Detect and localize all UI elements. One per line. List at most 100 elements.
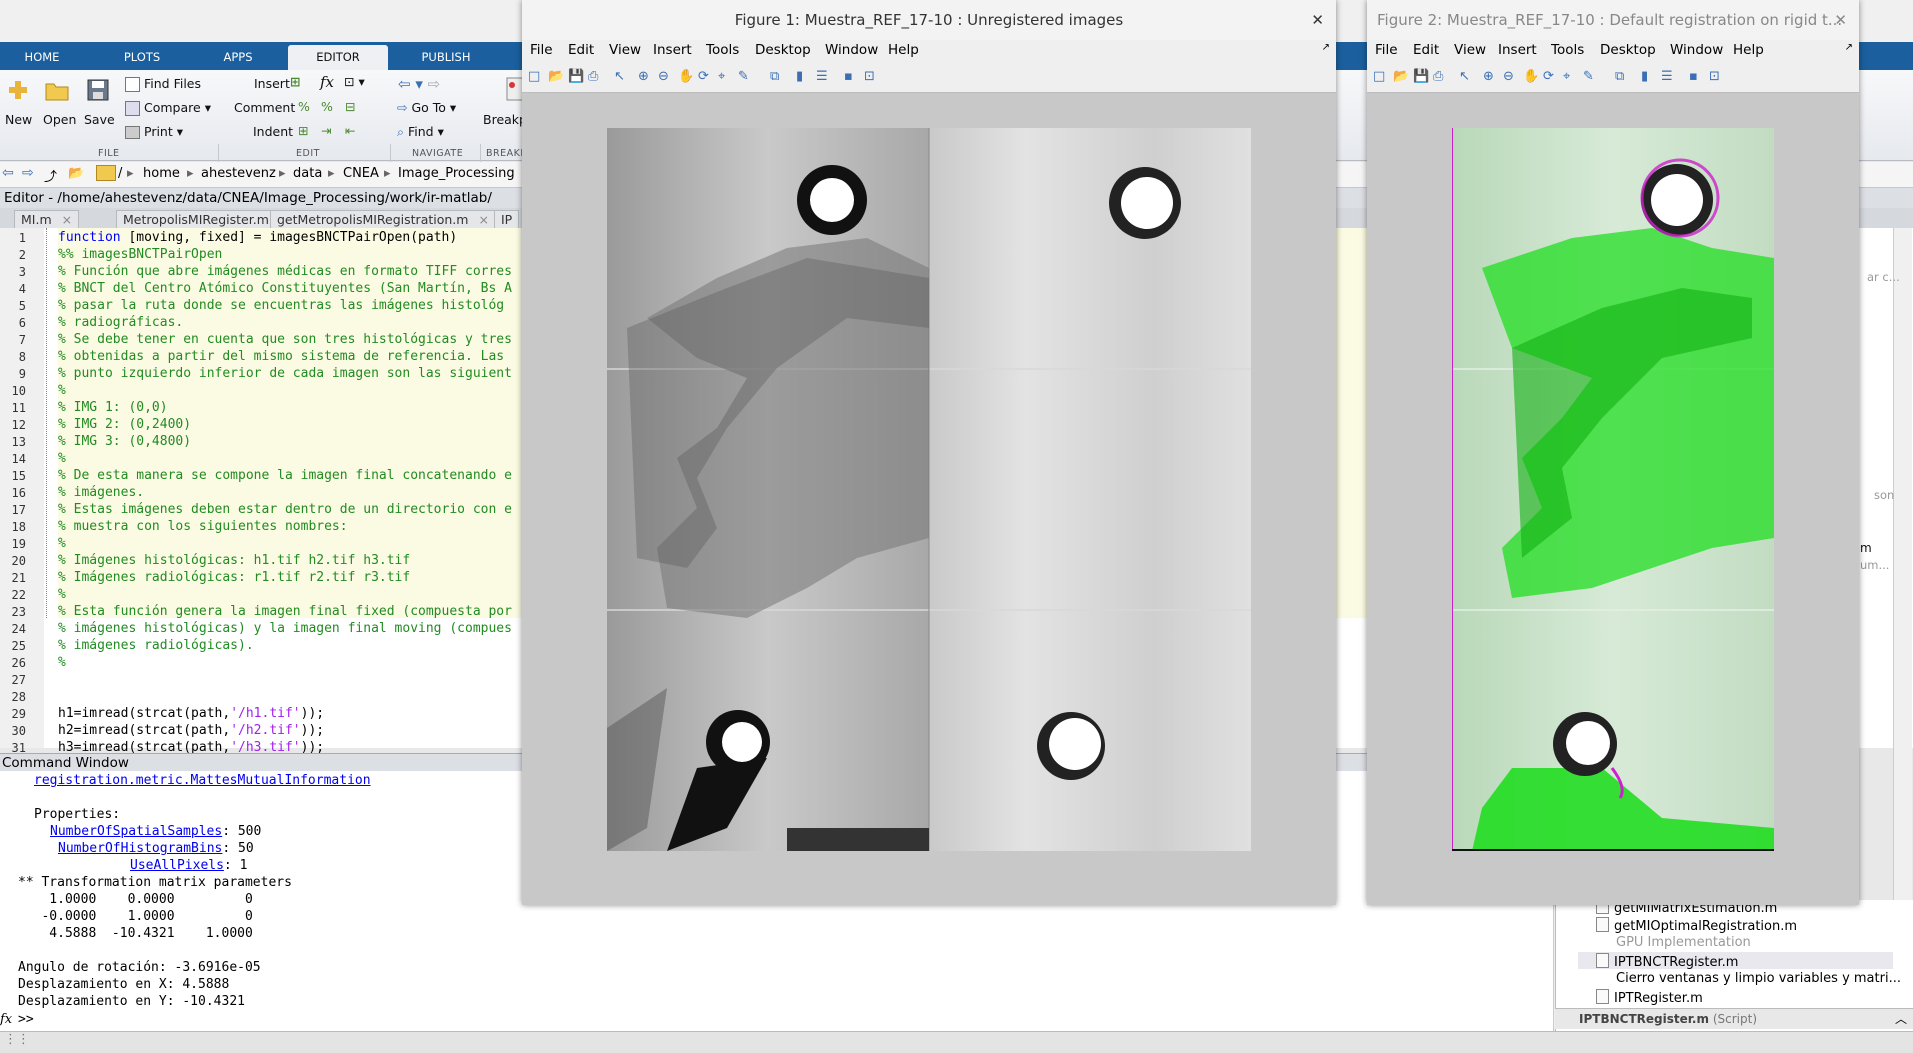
- breadcrumb-user[interactable]: ahestevenz: [201, 166, 276, 181]
- colorbar-icon[interactable]: ▮: [796, 69, 811, 84]
- print-button[interactable]: Print ▾: [125, 124, 183, 139]
- insert-function-icon[interactable]: ⊡ ▾: [344, 74, 365, 89]
- print-icon[interactable]: ⎙: [588, 69, 603, 84]
- close-icon[interactable]: ×: [478, 212, 488, 227]
- new-figure-icon[interactable]: □: [1373, 69, 1388, 84]
- hide-plot-tools-icon[interactable]: ▪: [844, 69, 859, 84]
- figure1-titlebar[interactable]: Figure 1: Muestra_REF_17-10 : Unregister…: [522, 0, 1336, 40]
- menu-file[interactable]: File: [530, 42, 553, 58]
- code-line[interactable]: % muestra con los siguientes nombres:: [58, 519, 348, 534]
- code-line[interactable]: % radiográficas.: [58, 315, 183, 330]
- tab-plots[interactable]: PLOTS: [96, 45, 188, 70]
- breadcrumb-cnea[interactable]: CNEA: [343, 166, 379, 181]
- pan-icon[interactable]: ✋: [678, 69, 694, 84]
- new-label[interactable]: New: [5, 112, 32, 127]
- figure1-window[interactable]: Figure 1: Muestra_REF_17-10 : Unregister…: [522, 0, 1336, 905]
- save-label[interactable]: Save: [84, 112, 115, 127]
- open-button[interactable]: [44, 78, 70, 105]
- tab-publish[interactable]: PUBLISH: [396, 45, 496, 70]
- code-line[interactable]: %: [58, 451, 66, 466]
- code-line[interactable]: % Imágenes histológicas: h1.tif h2.tif h…: [58, 553, 410, 568]
- editor-tab-mi[interactable]: MI.m ×: [14, 210, 80, 229]
- menu-file[interactable]: File: [1375, 42, 1398, 58]
- menu-help[interactable]: Help: [1733, 42, 1764, 58]
- save-button[interactable]: [85, 78, 111, 105]
- command-prompt[interactable]: >>: [18, 1012, 34, 1027]
- editor-tab-ip[interactable]: IP: [494, 210, 520, 229]
- save-figure-icon[interactable]: 💾: [568, 69, 584, 84]
- close-icon[interactable]: ×: [62, 212, 72, 227]
- menu-help[interactable]: Help: [888, 42, 919, 58]
- insert-section-icon[interactable]: ⊞: [290, 74, 300, 89]
- list-item[interactable]: IPTRegister.m: [1596, 989, 1703, 1006]
- menu-window[interactable]: Window: [825, 42, 878, 58]
- new-button[interactable]: [5, 78, 31, 105]
- menu-view[interactable]: View: [1454, 42, 1486, 58]
- close-icon[interactable]: ✕: [1834, 0, 1847, 40]
- menu-tools[interactable]: Tools: [1551, 42, 1584, 58]
- code-line[interactable]: % BNCT del Centro Atómico Constituyentes…: [58, 281, 512, 296]
- code-line[interactable]: % Estas imágenes deben estar dentro de u…: [58, 502, 512, 517]
- breadcrumb-image-processing[interactable]: Image_Processing: [398, 166, 515, 181]
- zoom-out-icon[interactable]: ⊖: [658, 69, 673, 84]
- code-line[interactable]: % Función que abre imágenes médicas en f…: [58, 264, 512, 279]
- tab-home[interactable]: HOME: [0, 45, 84, 70]
- go-to-button[interactable]: ⇨ Go To ▾: [397, 100, 456, 115]
- comment-icon[interactable]: %: [298, 99, 310, 114]
- indent-label[interactable]: Indent: [253, 124, 293, 139]
- code-line[interactable]: h2=imread(strcat(path,'/h2.tif'));: [58, 723, 324, 738]
- pointer-icon[interactable]: ↖: [1459, 69, 1474, 84]
- code-line[interactable]: % IMG 1: (0,0): [58, 400, 168, 415]
- menu-view[interactable]: View: [609, 42, 641, 58]
- unregistered-images-axes[interactable]: [607, 128, 1251, 851]
- brush-icon[interactable]: ✎: [738, 69, 753, 84]
- rotate-3d-icon[interactable]: ⟳: [698, 69, 713, 84]
- code-line[interactable]: % Imágenes radiológicas: r1.tif r2.tif r…: [58, 570, 410, 585]
- list-item[interactable]: IPTBNCTRegister.m: [1596, 953, 1738, 970]
- wrap-comment-icon[interactable]: ⊟: [345, 99, 355, 114]
- menu-edit[interactable]: Edit: [1413, 42, 1439, 58]
- code-line[interactable]: % IMG 3: (0,4800): [58, 434, 191, 449]
- code-line[interactable]: %: [58, 587, 66, 602]
- legend-icon[interactable]: ☰: [1661, 69, 1676, 84]
- breadcrumb-root[interactable]: /: [118, 166, 122, 181]
- open-label[interactable]: Open: [43, 112, 76, 127]
- undock-icon[interactable]: ↗: [1322, 42, 1330, 53]
- menu-desktop[interactable]: Desktop: [755, 42, 811, 58]
- data-cursor-icon[interactable]: ⌖: [1563, 69, 1578, 84]
- undock-icon[interactable]: ↗: [1845, 42, 1853, 53]
- colorbar-icon[interactable]: ▮: [1641, 69, 1656, 84]
- registered-image-axes[interactable]: [1451, 128, 1774, 851]
- code-line[interactable]: % imágenes histológicas) y la imagen fin…: [58, 621, 512, 636]
- list-item[interactable]: getMIOptimalRegistration.m: [1596, 917, 1797, 934]
- code-line[interactable]: %: [58, 383, 66, 398]
- open-file-icon[interactable]: 📂: [1393, 69, 1409, 84]
- menu-desktop[interactable]: Desktop: [1600, 42, 1656, 58]
- code-line[interactable]: % imágenes.: [58, 485, 144, 500]
- data-cursor-icon[interactable]: ⌖: [718, 69, 733, 84]
- menu-window[interactable]: Window: [1670, 42, 1723, 58]
- breakpoints-label[interactable]: Breakp: [483, 112, 527, 127]
- rotate-3d-icon[interactable]: ⟳: [1543, 69, 1558, 84]
- figure2-window[interactable]: Figure 2: Muestra_REF_17-10 : Default re…: [1367, 0, 1859, 905]
- zoom-out-icon[interactable]: ⊖: [1503, 69, 1518, 84]
- code-line[interactable]: h1=imread(strcat(path,'/h1.tif'));: [58, 706, 324, 721]
- pointer-icon[interactable]: ↖: [614, 69, 629, 84]
- property-link[interactable]: NumberOfSpatialSamples: [50, 824, 222, 839]
- menu-insert[interactable]: Insert: [1498, 42, 1537, 58]
- brush-icon[interactable]: ✎: [1583, 69, 1598, 84]
- code-line[interactable]: % imágenes radiológicas).: [58, 638, 254, 653]
- breadcrumb-home[interactable]: home: [143, 166, 180, 181]
- zoom-in-icon[interactable]: ⊕: [1483, 69, 1498, 84]
- chevron-up-icon[interactable]: ︿: [1895, 1009, 1907, 1029]
- close-icon[interactable]: ✕: [1311, 0, 1324, 40]
- back-arrow-icon[interactable]: ⇦ ▾ ⇨: [398, 75, 440, 93]
- link-plot-icon[interactable]: ⧉: [1615, 69, 1630, 84]
- code-line[interactable]: %: [58, 536, 66, 551]
- fx-icon[interactable]: fx: [320, 73, 334, 91]
- code-line[interactable]: % punto izquierdo inferior de cada image…: [58, 366, 512, 381]
- code-line[interactable]: % Esta función genera la imagen final fi…: [58, 604, 512, 619]
- show-plot-tools-icon[interactable]: ⊡: [1709, 69, 1724, 84]
- browse-folder-icon[interactable]: 📂: [68, 166, 84, 181]
- metric-link[interactable]: registration.metric.MattesMutualInformat…: [34, 773, 371, 788]
